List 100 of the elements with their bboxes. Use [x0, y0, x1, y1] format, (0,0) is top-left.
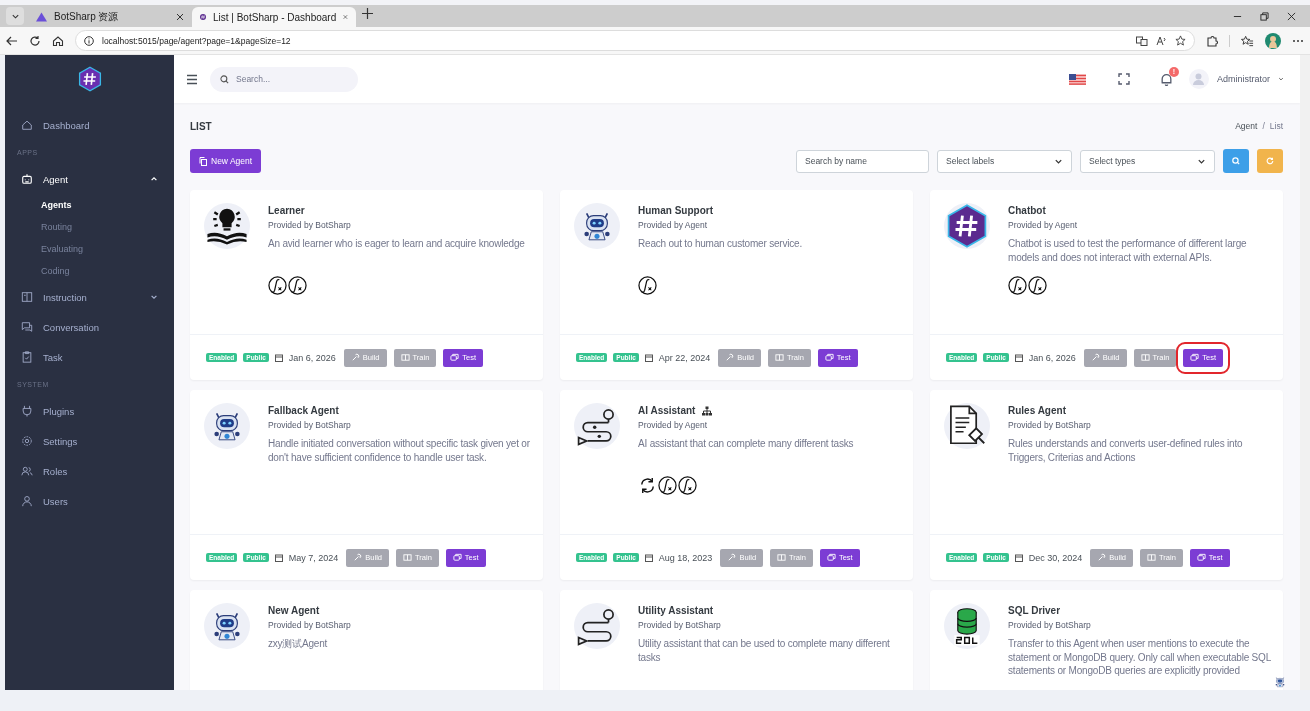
menu-icon[interactable] [186, 73, 198, 85]
sidebar-subitem[interactable]: Coding [5, 260, 174, 282]
book-icon [400, 353, 410, 362]
user-icon [1193, 73, 1205, 85]
book-icon [403, 553, 413, 562]
wrench-icon [353, 553, 363, 562]
agent-name[interactable]: Chatbot [1008, 205, 1046, 216]
agent-name[interactable]: Rules Agent [1008, 405, 1066, 416]
scrollbar[interactable] [1300, 55, 1310, 690]
sidebar-item[interactable]: Dashboard [5, 110, 174, 140]
new-agent-button[interactable]: New Agent [190, 149, 262, 173]
description-text: Reach out to human customer service. [638, 237, 803, 251]
breadcrumb-separator: / [1262, 121, 1265, 131]
sidebar-item[interactable]: Task [5, 342, 174, 372]
agent-name[interactable]: Human Support [638, 205, 713, 216]
robot-icon [574, 203, 620, 249]
provider-text: Provided by BotSharp [638, 620, 722, 630]
hash-logo-icon [200, 12, 206, 22]
browser-tab[interactable]: BotSharp 资源 [28, 7, 192, 27]
wrench-icon [725, 353, 735, 362]
provider-text: Provided by BotSharp [268, 220, 352, 230]
book-icon [777, 553, 787, 562]
info-icon [84, 35, 94, 46]
document-gavel-icon [944, 403, 990, 449]
sidebar-item[interactable]: Instruction [5, 282, 174, 312]
description-text: zxy测试Agent [268, 637, 329, 651]
select-dropdown[interactable]: Select types [1080, 149, 1215, 173]
settings-icon [21, 435, 33, 447]
description-text: Transfer to this Agent when user mentions to execute the statement or MongoDB query. Only call when executable SQL statements or MongoDB queries are explicitly provided [1008, 637, 1272, 678]
sidebar-item[interactable]: Settings [5, 426, 174, 456]
sidebar-subitem[interactable]: Evaluating [5, 238, 174, 260]
date-text: Apr 22, 2024 [658, 352, 711, 363]
favorites-icon [1241, 34, 1254, 47]
triangle-logo-icon [36, 12, 47, 22]
star-icon [1175, 35, 1186, 46]
sidebar-item[interactable]: Plugins [5, 396, 174, 426]
sidebar-item[interactable]: Roles [5, 456, 174, 486]
provider-text: Provided by BotSharp [268, 620, 352, 630]
read-aloud-icon [1156, 35, 1167, 46]
calendar-icon [644, 553, 653, 562]
agent-name[interactable]: Utility Assistant [638, 605, 714, 616]
translate-icon [1136, 35, 1148, 46]
provider-text: Provided by BotSharp [1008, 620, 1092, 630]
wrench-icon [727, 553, 737, 562]
calendar-icon [1014, 553, 1023, 562]
provider-text: Provided by Agent [1008, 220, 1078, 230]
breadcrumb-item: List [1269, 121, 1283, 131]
copy-icon [199, 156, 207, 166]
sidebar-subitem[interactable]: Routing [5, 216, 174, 238]
fullscreen-icon[interactable] [1118, 73, 1130, 85]
book-icon [21, 291, 33, 303]
wrench-icon [1090, 353, 1100, 362]
calendar-icon [274, 353, 283, 362]
description-text: Chatbot is used to test the performance of different large models and does not interact with external APIs. [1008, 237, 1248, 264]
reset-icon [1266, 157, 1274, 165]
user-menu[interactable]: Administrator [1189, 69, 1284, 89]
home-icon [52, 34, 64, 47]
description-text: An avid learner who is eager to learn and acquire knowledge [268, 237, 526, 251]
sidebar-item[interactable]: Users [5, 486, 174, 516]
description-text: Handle initiated conversation without specific task given yet or don't have sufficient confidence to handle user task. [268, 437, 531, 464]
agent-name[interactable]: SQL Driver [1008, 605, 1061, 616]
date-text: Jan 6, 2026 [1028, 352, 1076, 363]
route-icon [574, 603, 620, 649]
sidebar-item[interactable]: Agent [5, 164, 174, 194]
book-icon [1147, 553, 1157, 562]
agent-name[interactable]: Learner [268, 205, 305, 216]
bulb-book-icon [204, 203, 250, 249]
search-icon [1232, 157, 1240, 165]
sidebar-subitem[interactable]: Agents [5, 194, 174, 216]
description-text: Rules understands and converts user-defined rules into Triggers, Criterias and Actions [1008, 437, 1244, 464]
more-icon [1292, 38, 1304, 43]
browser-tab[interactable]: List | BotSharp - Dashboard [192, 7, 356, 27]
chevron-down-icon [1278, 76, 1284, 82]
chat-icon [21, 321, 33, 333]
agent-name[interactable]: AI Assistant [638, 405, 696, 416]
search-field[interactable]: Search... [210, 66, 358, 92]
address-bar[interactable]: localhost:5015/page/agent?page=1&pageSize=12 [75, 30, 1195, 51]
flag-icon[interactable] [1069, 73, 1086, 85]
name-search-field[interactable]: Search by name [796, 149, 929, 173]
robot-icon [204, 603, 250, 649]
chat-icon [1190, 353, 1200, 362]
description-text: Utility assistant that can be used to complete many different tasks [638, 637, 891, 664]
sidebar-item[interactable]: Conversation [5, 312, 174, 342]
close-icon [343, 13, 348, 21]
robot-icon [21, 173, 33, 185]
chat-icon [1196, 553, 1206, 562]
provider-text: Provided by BotSharp [1008, 420, 1092, 430]
users-icon [21, 465, 33, 477]
agent-name[interactable]: Fallback Agent [268, 405, 339, 416]
agent-name[interactable]: New Agent [268, 605, 320, 616]
page-title: LIST [190, 120, 212, 132]
provider-text: Provided by Agent [638, 420, 708, 430]
profile-avatar[interactable] [1265, 32, 1281, 49]
date-text: Dec 30, 2024 [1028, 552, 1083, 563]
logo-icon[interactable] [76, 66, 103, 92]
breadcrumb-item[interactable]: Agent [1235, 121, 1258, 131]
select-dropdown[interactable]: Select labels [937, 149, 1072, 173]
tab-list-button[interactable] [6, 7, 24, 25]
wrench-icon [1097, 553, 1107, 562]
bell-icon[interactable] [1160, 72, 1173, 86]
